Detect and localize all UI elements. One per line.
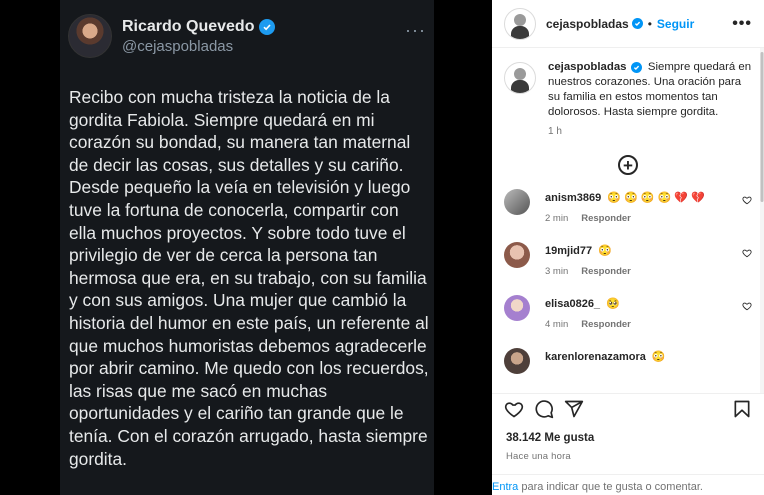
comment-text: 😳: [598, 245, 612, 257]
header-username-text[interactable]: cejaspobladas: [546, 17, 629, 31]
tweet-text: Recibo con mucha tristeza la noticia de …: [69, 87, 429, 469]
reply-button[interactable]: Responder: [581, 266, 631, 277]
comment-body: anism3869 😳 😳 😳 😳 💔 💔 2 min Responder: [545, 191, 705, 224]
comment-avatar[interactable]: [504, 348, 530, 374]
comment-body: 19mjid77 😳 3 min Responder: [545, 244, 631, 277]
post-header: cejaspobladas • Seguir •••: [492, 0, 764, 48]
comment-text: 😳: [651, 351, 666, 363]
like-heart-icon[interactable]: [504, 399, 524, 419]
caption: cejaspobladas Siempre quedará en nuestro…: [504, 60, 752, 120]
comment-avatar[interactable]: [504, 295, 530, 321]
verified-icon: [630, 62, 642, 73]
comment-time: 4 min: [545, 319, 569, 330]
separator-dot: •: [647, 16, 652, 31]
header-username[interactable]: cejaspobladas: [546, 17, 643, 31]
likes-count[interactable]: 38.142 Me gusta: [506, 432, 594, 444]
tweet-names: Ricardo Quevedo @cejaspobladas: [122, 17, 276, 55]
caption-time: 1 h: [548, 126, 562, 137]
comments-area[interactable]: cejaspobladas Siempre quedará en nuestro…: [492, 48, 764, 393]
load-more: +: [504, 155, 752, 175]
comment-body: karenlorenazamora 😳: [545, 350, 666, 363]
comment-time: 3 min: [545, 266, 569, 277]
tweet-avatar: [68, 14, 112, 58]
tweet-screenshot: Ricardo Quevedo @cejaspobladas ··· Recib…: [60, 0, 434, 495]
login-prompt-text: para indicar que te gusta o comentar.: [518, 481, 703, 493]
comment-item: karenlorenazamora 😳: [504, 348, 752, 374]
caption-text: cejaspobladas Siempre quedará en nuestro…: [548, 60, 752, 120]
tweet-author-name: Ricardo Quevedo: [122, 17, 255, 35]
comment-item: anism3869 😳 😳 😳 😳 💔 💔 2 min Responder: [504, 189, 752, 224]
caption-username[interactable]: cejaspobladas: [548, 61, 627, 73]
follow-button[interactable]: Seguir: [657, 17, 694, 31]
comment-line: 19mjid77 😳: [545, 244, 631, 257]
comment-username[interactable]: 19mjid77: [545, 245, 592, 257]
more-options-icon[interactable]: •••: [732, 15, 752, 33]
comment-meta: 2 min Responder: [545, 213, 705, 224]
comment-avatar[interactable]: [504, 242, 530, 268]
comment-username[interactable]: elisa0826_: [545, 298, 600, 310]
header-avatar[interactable]: [504, 7, 536, 40]
scrollbar[interactable]: [760, 48, 764, 393]
save-bookmark-icon[interactable]: [732, 399, 752, 419]
load-more-comments-icon[interactable]: +: [618, 155, 638, 175]
reply-button[interactable]: Responder: [581, 319, 631, 330]
comment-body: elisa0826_ 🥺 4 min Responder: [545, 297, 631, 330]
reply-button[interactable]: Responder: [581, 213, 631, 224]
post-time: Hace una hora: [506, 451, 571, 462]
share-icon[interactable]: [564, 399, 584, 419]
comment-icon[interactable]: [534, 399, 554, 419]
heart-icon[interactable]: [742, 301, 752, 311]
verified-icon: [631, 18, 643, 29]
comment-text: 😳 😳 😳 😳 💔 💔: [607, 192, 705, 204]
action-bar: [492, 393, 764, 423]
heart-icon[interactable]: [742, 248, 752, 258]
comment-text: 🥺: [606, 298, 620, 310]
tweet-handle: @cejaspobladas: [122, 37, 234, 55]
caption-avatar[interactable]: [504, 62, 536, 94]
comment-line: elisa0826_ 🥺: [545, 297, 631, 310]
comment-line: anism3869 😳 😳 😳 😳 💔 💔: [545, 191, 705, 204]
tweet-author: Ricardo Quevedo: [122, 17, 276, 36]
comment-avatar[interactable]: [504, 189, 530, 215]
heart-icon[interactable]: [742, 195, 752, 205]
comment-item: 19mjid77 😳 3 min Responder: [504, 242, 752, 277]
login-link[interactable]: Entra: [492, 481, 518, 493]
comment-username[interactable]: anism3869: [545, 192, 601, 204]
comment-meta: 3 min Responder: [545, 266, 631, 277]
post-media: Ricardo Quevedo @cejaspobladas ··· Recib…: [0, 0, 492, 495]
tweet-more-icon: ···: [405, 20, 426, 40]
comment-time: 2 min: [545, 213, 569, 224]
login-prompt: Entra para indicar que te gusta o coment…: [492, 474, 764, 495]
verified-icon: [259, 18, 276, 35]
tweet-header: Ricardo Quevedo @cejaspobladas: [68, 14, 276, 58]
comment-line: karenlorenazamora 😳: [545, 350, 666, 363]
comment-meta: 4 min Responder: [545, 319, 631, 330]
comment-username[interactable]: karenlorenazamora: [545, 351, 646, 363]
post-panel: cejaspobladas • Seguir ••• cejaspobladas…: [492, 0, 764, 495]
comment-item: elisa0826_ 🥺 4 min Responder: [504, 295, 752, 330]
comment-list: anism3869 😳 😳 😳 😳 💔 💔 2 min Responder 19mj…: [504, 189, 752, 374]
